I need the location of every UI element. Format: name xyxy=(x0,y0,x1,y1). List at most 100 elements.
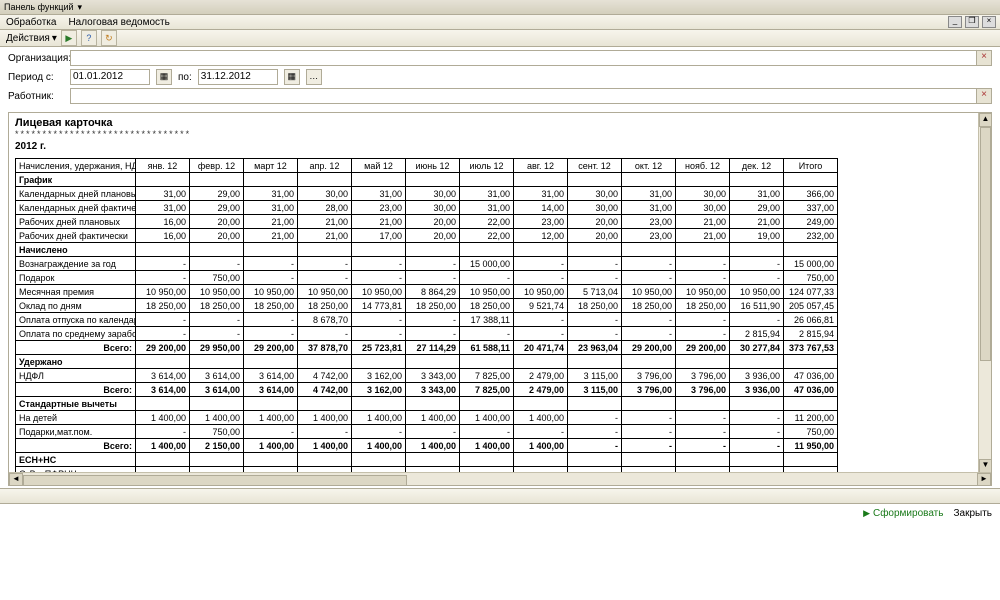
cell: 4 742,00 xyxy=(298,369,352,383)
cell: - xyxy=(514,327,568,341)
date-from-input[interactable]: 01.01.2012 xyxy=(70,69,150,85)
col-month: дек. 12 xyxy=(730,159,784,173)
scroll-right-button[interactable]: ► xyxy=(977,473,991,486)
cell xyxy=(784,173,838,187)
scroll-down-button[interactable]: ▼ xyxy=(979,459,992,473)
cell xyxy=(406,397,460,411)
cell: - xyxy=(244,425,298,439)
cell xyxy=(190,397,244,411)
restore-button[interactable]: ❐ xyxy=(965,16,979,28)
row-label: Подарки,мат.пом. xyxy=(16,425,136,439)
cell: 31,00 xyxy=(730,187,784,201)
cell: - xyxy=(568,257,622,271)
table-row: Стандартные вычеты xyxy=(16,397,838,411)
cell: 20 471,74 xyxy=(514,341,568,355)
title-bar-text: Панель функций xyxy=(4,2,74,12)
scroll-left-button[interactable]: ◄ xyxy=(9,473,23,486)
cell: 20,00 xyxy=(190,215,244,229)
vscroll-thumb[interactable] xyxy=(980,127,991,361)
vertical-scrollbar[interactable]: ▲ ▼ xyxy=(978,113,991,473)
close-button[interactable]: × xyxy=(982,16,996,28)
cell: - xyxy=(298,425,352,439)
cell: 29 200,00 xyxy=(622,341,676,355)
minimize-button[interactable]: _ xyxy=(948,16,962,28)
row-label: График xyxy=(16,173,136,187)
cell: - xyxy=(730,411,784,425)
cell: - xyxy=(244,313,298,327)
cell: 7 825,00 xyxy=(460,383,514,397)
cell: - xyxy=(190,327,244,341)
table-row: Подарок-750,00----------750,00 xyxy=(16,271,838,285)
cell: 21,00 xyxy=(676,229,730,243)
clear-worker-button[interactable]: × xyxy=(976,89,991,103)
cell: - xyxy=(298,327,352,341)
cell xyxy=(568,453,622,467)
calendar-to-button[interactable]: ▦ xyxy=(284,69,300,85)
cell: 31,00 xyxy=(136,201,190,215)
dropdown-icon[interactable]: ▾ xyxy=(78,2,83,13)
cell xyxy=(352,355,406,369)
scroll-up-button[interactable]: ▲ xyxy=(979,113,992,127)
cell: - xyxy=(514,425,568,439)
cell: 31,00 xyxy=(460,201,514,215)
cell: 23 963,04 xyxy=(568,341,622,355)
cell xyxy=(730,453,784,467)
generate-button[interactable]: Сформировать xyxy=(863,508,943,519)
period-picker-button[interactable]: … xyxy=(306,69,322,85)
cell xyxy=(622,397,676,411)
cell xyxy=(406,355,460,369)
cell: 4 742,00 xyxy=(298,383,352,397)
cell: 14 773,81 xyxy=(352,299,406,313)
cell: 3 614,00 xyxy=(244,369,298,383)
cell: 30,00 xyxy=(568,201,622,215)
cell: 21,00 xyxy=(244,215,298,229)
cell xyxy=(676,355,730,369)
horizontal-scrollbar[interactable]: ◄ ► xyxy=(9,472,991,485)
cell xyxy=(298,243,352,257)
cell: - xyxy=(406,327,460,341)
cell xyxy=(460,173,514,187)
cell: 3 936,00 xyxy=(730,369,784,383)
cell: 21,00 xyxy=(730,215,784,229)
cell: - xyxy=(406,313,460,327)
cell xyxy=(406,453,460,467)
cell: 373 767,53 xyxy=(784,341,838,355)
cell: 1 400,00 xyxy=(406,439,460,453)
cell: - xyxy=(352,257,406,271)
cell: 1 400,00 xyxy=(136,439,190,453)
cell: - xyxy=(676,439,730,453)
cell: - xyxy=(676,313,730,327)
refresh-button[interactable]: ↻ xyxy=(101,30,117,46)
table-row: ЕСН+НС xyxy=(16,453,838,467)
cell xyxy=(676,397,730,411)
date-to-input[interactable]: 31.12.2012 xyxy=(198,69,278,85)
worker-field[interactable]: × xyxy=(70,88,992,104)
org-field[interactable]: × xyxy=(70,50,992,66)
col-month: июнь 12 xyxy=(406,159,460,173)
cell: 1 400,00 xyxy=(190,411,244,425)
clear-org-button[interactable]: × xyxy=(976,51,991,65)
cell: 20,00 xyxy=(406,215,460,229)
row-label: Рабочих дней плановых xyxy=(16,215,136,229)
run-button[interactable]: ▶ xyxy=(61,30,77,46)
cell: 750,00 xyxy=(784,271,838,285)
help-button[interactable]: ? xyxy=(81,30,97,46)
menu-item-processing[interactable]: Обработка xyxy=(6,17,56,28)
actions-dropdown[interactable]: Действия▾ xyxy=(6,33,57,44)
menu-item-tax-sheet[interactable]: Налоговая ведомость xyxy=(68,17,169,28)
calendar-from-button[interactable]: ▦ xyxy=(156,69,172,85)
cell: 29 200,00 xyxy=(244,341,298,355)
table-row: Календарных дней плановых31,0029,0031,00… xyxy=(16,187,838,201)
cell: 47 036,00 xyxy=(784,383,838,397)
hscroll-thumb[interactable] xyxy=(23,475,407,486)
cell: - xyxy=(136,257,190,271)
cell: - xyxy=(568,411,622,425)
cell: 37 878,70 xyxy=(298,341,352,355)
cell xyxy=(244,397,298,411)
cell: 3 115,00 xyxy=(568,383,622,397)
table-row: Удержано xyxy=(16,355,838,369)
close-link[interactable]: Закрыть xyxy=(953,508,992,519)
cell: - xyxy=(352,425,406,439)
cell xyxy=(136,453,190,467)
cell: 30,00 xyxy=(406,201,460,215)
